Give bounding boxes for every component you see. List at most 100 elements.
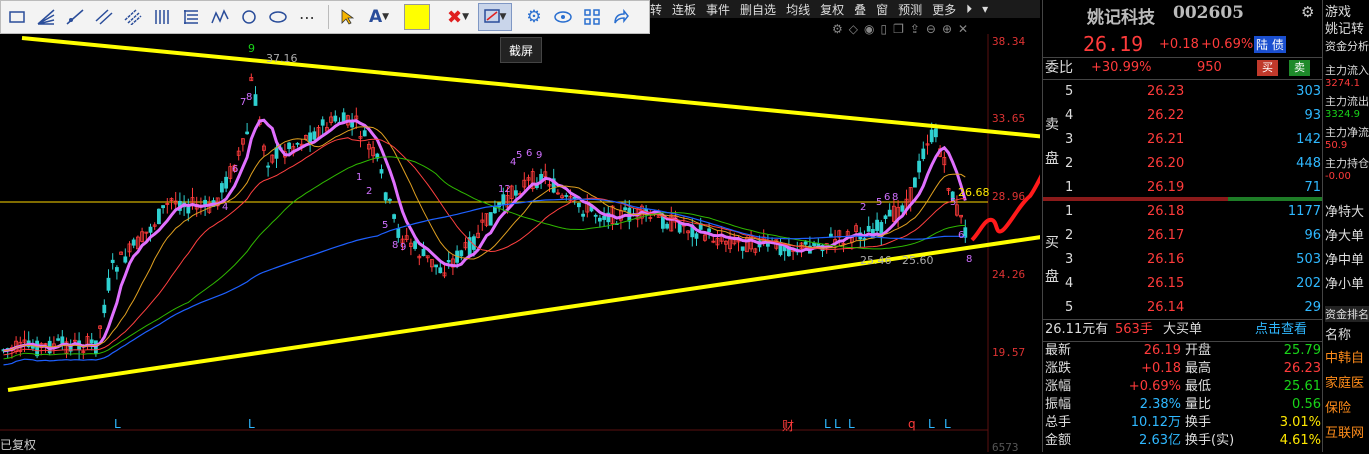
- buy-order-row-2[interactable]: 2 26.17 96: [1043, 226, 1323, 246]
- candle-body: [577, 203, 581, 208]
- stat-row: 涨幅 +0.69% 最低 25.61: [1043, 378, 1323, 396]
- buy-order-row-4[interactable]: 4 26.15 202: [1043, 274, 1323, 294]
- plus-icon[interactable]: ⊕: [942, 22, 952, 36]
- td-mark: 5: [950, 197, 956, 208]
- sell-order-volume: 93: [1304, 108, 1321, 123]
- weibi-label: 委比: [1045, 60, 1073, 76]
- stock-tag[interactable]: 陆 债: [1254, 36, 1286, 53]
- share-icon[interactable]: [608, 4, 634, 30]
- layout-icon[interactable]: ◇: [849, 22, 858, 36]
- grid-icon[interactable]: [579, 4, 605, 30]
- buy-order-row-1[interactable]: 1 26.18 1177: [1043, 202, 1323, 222]
- td-mark: 5: [876, 197, 882, 208]
- parallel-tool-icon[interactable]: [91, 4, 117, 30]
- ray-tool-icon[interactable]: [62, 4, 88, 30]
- marker-financial[interactable]: 财: [782, 417, 794, 434]
- gear-icon[interactable]: ⚙: [521, 4, 547, 30]
- screenshot-tool-icon[interactable]: ▼: [478, 3, 512, 31]
- color-swatch[interactable]: [404, 4, 430, 30]
- kline-chart-canvas[interactable]: 7 8641258 91245 6 92 5 6 8 568: [0, 0, 1040, 452]
- marker-q[interactable]: q: [908, 417, 916, 431]
- more-tool-icon[interactable]: ⋯: [294, 4, 320, 30]
- menu-item-6[interactable]: 复权: [820, 1, 844, 18]
- rank-item[interactable]: 互联网: [1325, 422, 1369, 441]
- menu-item-3[interactable]: 事件: [706, 1, 730, 18]
- menu-item-4[interactable]: 删自选: [740, 1, 776, 18]
- stat-row: 总手 10.12万 换手 3.01%: [1043, 414, 1323, 432]
- capital-flow-label: 主力流入: [1325, 64, 1369, 77]
- view-link[interactable]: 点击查看: [1255, 320, 1307, 340]
- chevron-down-icon[interactable]: ▾: [982, 2, 988, 16]
- marker-l-3[interactable]: L: [824, 417, 831, 431]
- rank-item[interactable]: 家庭医: [1325, 372, 1369, 391]
- sell-order-row-3[interactable]: 3 26.21 142: [1043, 130, 1323, 150]
- rect-tool-icon[interactable]: [4, 4, 30, 30]
- td-mark: 6: [526, 148, 532, 159]
- menu-item-1[interactable]: 转: [650, 1, 662, 18]
- menu-item-2[interactable]: 连板: [672, 1, 696, 18]
- vertical-lines-tool-icon[interactable]: [149, 4, 175, 30]
- eye-toggle-icon[interactable]: [550, 4, 576, 30]
- marker-l-5[interactable]: L: [848, 417, 855, 431]
- candle-body: [245, 131, 250, 135]
- td-mark: 6: [232, 164, 238, 175]
- settings-icon[interactable]: ⚙: [832, 22, 843, 36]
- candle-body: [488, 212, 493, 226]
- buy-order-row-3[interactable]: 3 26.16 503: [1043, 250, 1323, 270]
- buy-button[interactable]: 买: [1257, 60, 1278, 76]
- marker-l-2[interactable]: L: [248, 417, 255, 431]
- net-flow-item[interactable]: 净大单: [1325, 225, 1369, 244]
- candle-body: [156, 208, 161, 225]
- menu-item-7[interactable]: 叠: [854, 1, 866, 18]
- rank-item[interactable]: 保险: [1325, 397, 1369, 416]
- fan-tool-icon[interactable]: [33, 4, 59, 30]
- capital-analysis-tab[interactable]: 资金分析: [1325, 38, 1369, 54]
- candle-body: [829, 233, 833, 237]
- marker-l-4[interactable]: L: [834, 417, 841, 431]
- candle-body: [253, 94, 258, 106]
- buy-order-row-5[interactable]: 5 26.14 29: [1043, 298, 1323, 318]
- channel-tool-icon[interactable]: [120, 4, 146, 30]
- circle-tool-icon[interactable]: [236, 4, 262, 30]
- sell-order-row-5[interactable]: 5 26.23 303: [1043, 82, 1323, 102]
- kline-chart-area[interactable]: 7 8 6 4 1 2 5 8 9 12 4 5 6 9 2 5 6 8 5 6 8 38.34 33.65 28.96…: [0, 0, 1040, 454]
- pin-icon[interactable]: ⏵: [966, 2, 972, 17]
- copy-icon[interactable]: ❐: [893, 22, 904, 36]
- minus-icon[interactable]: ⊖: [926, 22, 936, 36]
- pointer-tool-icon[interactable]: [334, 4, 360, 30]
- td-mark: 8: [966, 254, 972, 265]
- rank-item[interactable]: 中韩自: [1325, 347, 1369, 366]
- close-icon[interactable]: ✕: [958, 22, 968, 36]
- marker-l-1[interactable]: L: [114, 417, 121, 431]
- candle-body: [459, 250, 464, 257]
- export-icon[interactable]: ⇪: [910, 22, 920, 36]
- sell-order-row-2[interactable]: 2 26.20 448: [1043, 154, 1323, 174]
- marker-l-7[interactable]: L: [944, 417, 951, 431]
- candle-body: [677, 222, 682, 233]
- sell-button[interactable]: 卖: [1289, 60, 1310, 76]
- text-tool-icon[interactable]: A ▼: [363, 4, 395, 30]
- delete-tool-icon[interactable]: ✖ ▼: [441, 4, 475, 30]
- rank-tab[interactable]: 资金排名: [1325, 306, 1369, 322]
- fib-tool-icon[interactable]: [178, 4, 204, 30]
- menu-item-10[interactable]: 更多: [932, 1, 956, 18]
- big-order-price: 26.11元有: [1045, 322, 1109, 337]
- net-flow-item[interactable]: 净特大: [1325, 201, 1369, 220]
- trash-icon[interactable]: ▯: [880, 22, 887, 36]
- candle-body: [379, 169, 384, 174]
- menu-item-5[interactable]: 均线: [786, 1, 810, 18]
- ellipse-tool-icon[interactable]: [265, 4, 291, 30]
- panel-settings-icon[interactable]: ⚙: [1301, 3, 1314, 21]
- eye-icon[interactable]: ◉: [864, 22, 874, 36]
- wave-tool-icon[interactable]: [207, 4, 233, 30]
- candle-body: [883, 215, 888, 219]
- sell-order-row-4[interactable]: 4 26.22 93: [1043, 106, 1323, 126]
- sell-order-row-1[interactable]: 1 26.19 71: [1043, 178, 1323, 198]
- net-flow-item[interactable]: 净中单: [1325, 249, 1369, 268]
- candle-body: [471, 236, 476, 250]
- net-flow-item[interactable]: 净小单: [1325, 273, 1369, 292]
- marker-l-6[interactable]: L: [928, 417, 935, 431]
- menu-item-8[interactable]: 窗: [876, 1, 888, 18]
- menu-item-9[interactable]: 预测: [898, 1, 922, 18]
- stat-value: 10.12万: [1130, 415, 1181, 430]
